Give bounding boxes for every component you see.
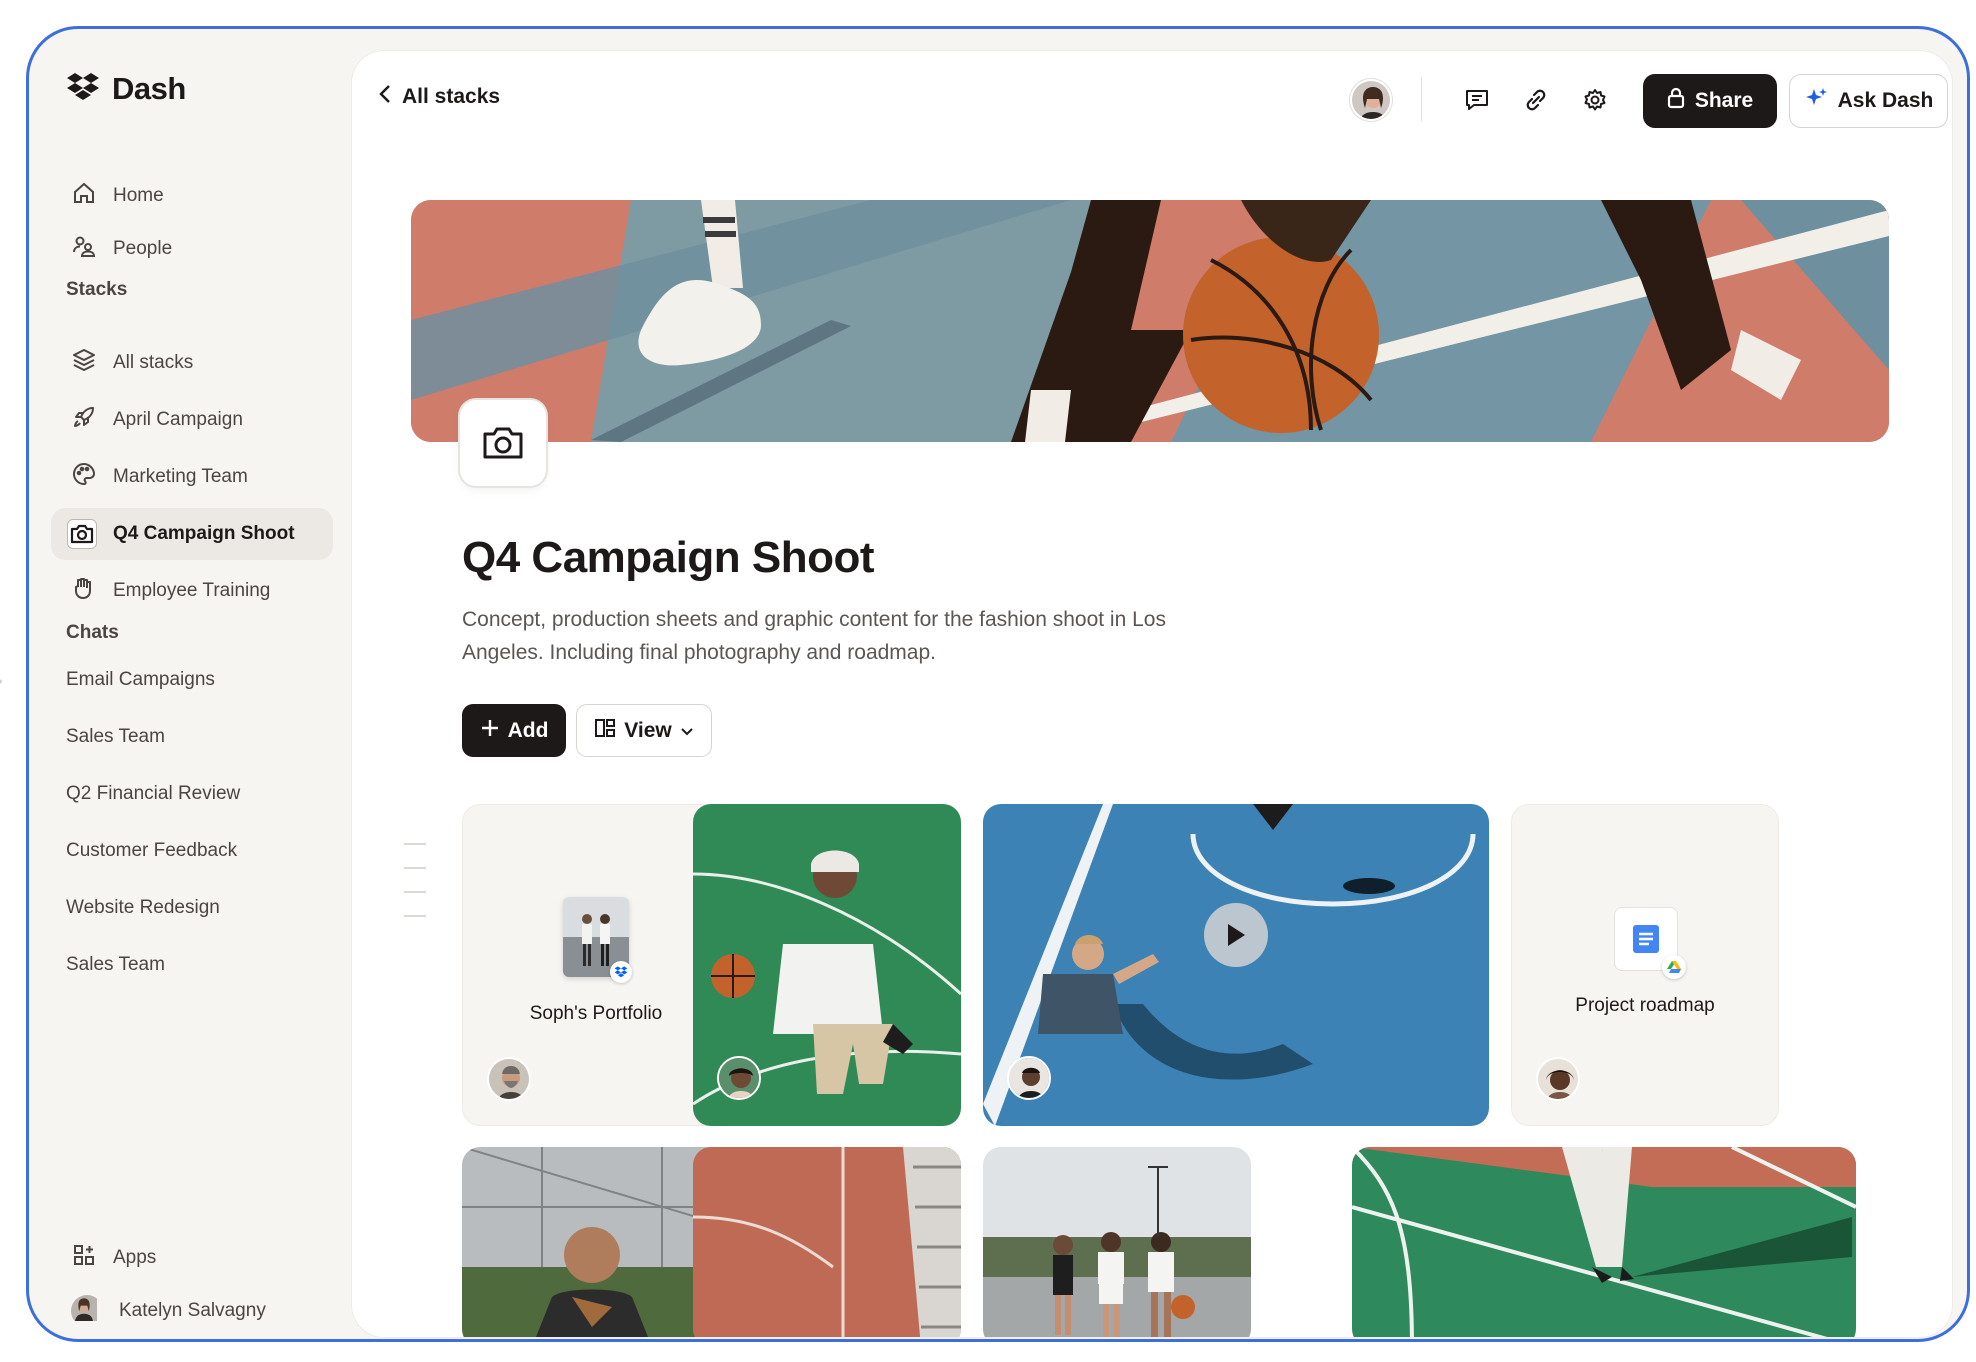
owner-avatar [717,1056,761,1100]
settings-icon[interactable] [1576,81,1614,119]
home-icon [71,180,97,212]
sparkle-icon [1804,86,1828,116]
chats-section-title: Chats [66,622,119,643]
add-button-label: Add [507,718,549,742]
dropbox-logo-icon [66,72,100,107]
chat-item[interactable]: Sales Team [66,726,165,748]
sidebar-item-label: Apps [113,1247,157,1268]
sidebar-item-apps[interactable]: Apps [51,1232,333,1284]
sidebar-item-april-campaign[interactable]: April Campaign [51,394,333,446]
play-icon[interactable] [1204,903,1268,967]
link-icon[interactable] [1517,81,1555,119]
sidebar-item-label: Employee Training [113,580,271,601]
toolbar-divider [1421,77,1422,121]
ask-dash-button-label: Ask Dash [1837,89,1934,112]
card-title: Soph's Portfolio [529,1003,663,1024]
owner-avatar [1536,1057,1580,1101]
add-button[interactable]: Add [462,704,566,757]
rocket-icon [71,404,97,436]
sidebar-item-label: Marketing Team [113,466,248,487]
stack-banner-image [411,200,1889,442]
chevron-left-icon [378,83,392,111]
brand[interactable]: Dash [66,71,186,107]
sidebar-item-marketing-team[interactable]: Marketing Team [51,451,333,503]
lock-icon [1667,87,1685,115]
layout-icon [594,718,616,744]
sidebar-item-q4-campaign-shoot[interactable]: Q4 Campaign Shoot [51,508,333,560]
apps-grid-icon [71,1242,97,1274]
sidebar-item-all-stacks[interactable]: All stacks [51,337,333,389]
user-name: Katelyn Salvagny [119,1300,266,1321]
view-dropdown-label: View [624,718,672,742]
sidebar-item-label: Home [113,185,164,206]
plus-icon [480,718,500,744]
chat-item[interactable]: Customer Feedback [66,840,237,862]
user-profile[interactable]: Katelyn Salvagny [51,1285,333,1337]
app-name: Dash [112,71,186,106]
user-avatar [71,1295,103,1327]
people-icon [71,233,97,265]
sidebar-item-people[interactable]: People [51,223,333,275]
image-card[interactable] [693,804,961,1126]
share-button[interactable]: Share [1643,74,1777,128]
google-drive-icon [1662,955,1686,979]
dropbox-icon [610,961,632,983]
card-title: Project roadmap [1575,995,1715,1016]
comment-icon[interactable] [1458,81,1496,119]
main-panel: All stacks Share Ask Dash Q4 Campaign Sh… [352,51,1952,1337]
back-link-label: All stacks [402,85,501,108]
image-card[interactable] [1352,1147,1856,1337]
back-link[interactable]: All stacks [378,83,500,111]
sidebar-item-label: Q4 Campaign Shoot [113,523,295,544]
collaborator-avatar[interactable] [1350,79,1392,121]
page-description: Concept, production sheets and graphic c… [462,608,1166,664]
share-button-label: Share [1694,89,1754,112]
sidebar-item-home[interactable]: Home [51,170,333,222]
sidebar-item-label: People [113,238,173,259]
scroll-indicator[interactable] [404,843,430,939]
sidebar-item-label: All stacks [113,352,194,373]
hand-icon [71,575,97,607]
top-bar: All stacks Share Ask Dash [352,51,1952,147]
app-window: Dash Home People Stacks All stacks April… [26,26,1970,1342]
video-card[interactable] [983,804,1489,1126]
chat-item[interactable]: Email Campaigns [66,669,215,691]
view-dropdown[interactable]: View [576,704,712,757]
chevron-down-icon [680,719,694,743]
image-card[interactable] [693,1147,961,1337]
sidebar-item-employee-training[interactable]: Employee Training [51,565,333,617]
chat-item[interactable]: Website Redesign [66,897,220,919]
owner-avatar [487,1057,531,1101]
stack-camera-icon[interactable] [460,400,546,486]
sidebar-item-label: April Campaign [113,409,243,430]
stack-icon [71,347,97,379]
camera-icon [67,519,97,549]
ask-dash-button[interactable]: Ask Dash [1789,74,1948,128]
image-card[interactable] [462,1147,730,1337]
palette-icon [71,461,97,493]
stacks-section-title: Stacks [66,279,128,300]
owner-avatar [1007,1056,1051,1100]
chat-item[interactable]: Q2 Financial Review [66,783,240,805]
file-card-sophs-portfolio[interactable]: Soph's Portfolio [462,804,730,1126]
image-card[interactable] [983,1147,1251,1337]
sidebar: Dash Home People Stacks All stacks April… [29,29,349,1339]
page-title: Q4 Campaign Shoot [462,533,874,582]
chat-item[interactable]: Sales Team [66,954,165,976]
file-card-project-roadmap[interactable]: Project roadmap [1511,804,1779,1126]
